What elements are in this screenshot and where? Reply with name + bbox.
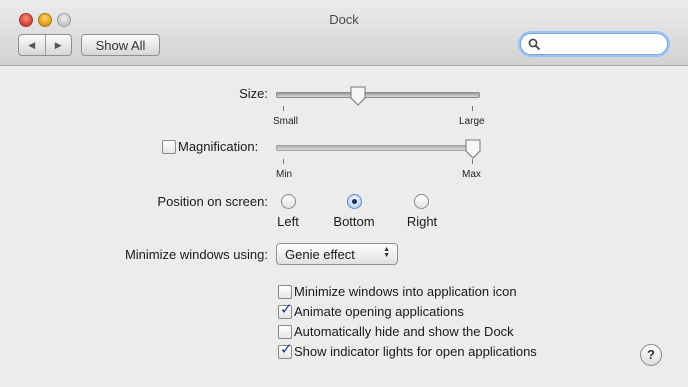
magnification-checkbox[interactable]: ✓: [162, 140, 176, 154]
position-radio-left[interactable]: [281, 194, 296, 209]
option-label-indicator-lights: Show indicator lights for open applicati…: [294, 344, 537, 359]
position-label-left: Left: [277, 214, 299, 229]
magnification-tick-min: [283, 159, 284, 164]
search-field[interactable]: [520, 33, 668, 55]
show-all-button[interactable]: Show All: [81, 34, 160, 56]
magnification-slider-thumb[interactable]: [464, 139, 482, 159]
option-checkbox-minimize-into-icon[interactable]: ✓: [278, 285, 292, 299]
help-icon[interactable]: ?: [640, 344, 662, 366]
minimize-effect-label: Minimize windows using:: [124, 247, 268, 262]
option-checkbox-auto-hide-dock[interactable]: ✓: [278, 325, 292, 339]
back-button[interactable]: ◀: [19, 35, 45, 55]
option-checkbox-indicator-lights[interactable]: ✓: [278, 341, 293, 359]
position-label-right: Right: [406, 214, 438, 229]
position-label-bottom: Bottom: [333, 214, 375, 229]
size-slider-thumb[interactable]: [349, 86, 367, 106]
option-label-auto-hide-dock: Automatically hide and show the Dock: [294, 324, 514, 339]
size-max-label: Large: [459, 116, 485, 127]
magnification-max-label: Max: [462, 169, 481, 180]
window-title: Dock: [329, 12, 359, 27]
magnification-min-label: Min: [276, 169, 293, 180]
search-input[interactable]: [543, 35, 665, 53]
position-radio-right[interactable]: [414, 194, 429, 209]
position-label: Position on screen:: [157, 194, 268, 209]
magnification-label: Magnification:: [178, 139, 259, 154]
back-forward-group: ◀ ▶: [18, 34, 72, 56]
magnification-slider-track[interactable]: [276, 145, 480, 151]
dock-preferences-window: Dock ◀ ▶ Show All Size: Small Large ✓ Ma…: [0, 0, 688, 387]
option-label-minimize-into-icon: Minimize windows into application icon: [294, 284, 517, 299]
forward-button[interactable]: ▶: [44, 35, 72, 55]
size-slider-track[interactable]: [276, 92, 480, 98]
checkmark-icon: ✓: [280, 341, 293, 358]
popup-arrows-icon: ▲ ▼: [383, 246, 390, 259]
size-tick-min: [283, 106, 284, 111]
option-label-animate-opening: Animate opening applications: [294, 304, 464, 319]
size-min-label: Small: [273, 116, 299, 127]
minimize-effect-popup[interactable]: Genie effect ▲ ▼: [276, 243, 398, 265]
position-radio-bottom[interactable]: [347, 194, 362, 209]
option-checkbox-animate-opening[interactable]: ✓: [278, 301, 293, 319]
checkmark-icon: ✓: [280, 301, 293, 318]
title-bar: Dock ◀ ▶ Show All: [0, 0, 688, 66]
radio-selected-dot: [352, 199, 357, 204]
magnification-tick-max: [472, 159, 473, 164]
size-tick-max: [472, 106, 473, 111]
size-label: Size:: [239, 86, 268, 101]
search-icon: [528, 38, 540, 50]
minimize-effect-value: Genie effect: [285, 247, 355, 262]
